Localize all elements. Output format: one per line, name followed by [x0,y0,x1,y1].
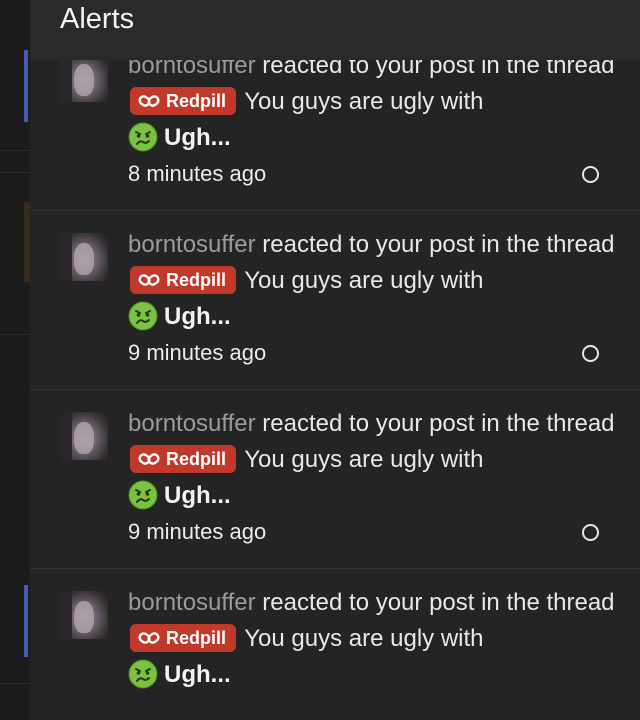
alert-time: 9 minutes ago [128,340,267,365]
prefix-badge[interactable]: Redpill [130,266,237,294]
alert-text: borntosuffer reacted to your post in the… [128,227,618,335]
thread-title-link[interactable]: You guys are ugly with [238,625,483,652]
thread-title-link[interactable]: You guys are ugly with [238,267,483,294]
alert-text: borntosuffer reacted to your post in the… [128,585,618,693]
prefix-badge[interactable]: Redpill [130,445,237,473]
sick-face-icon [128,301,158,331]
alerts-header: Alerts [30,0,640,60]
alerts-title: Alerts [60,3,135,35]
username-link[interactable]: borntosuffer [128,231,256,258]
avatar[interactable] [60,591,108,639]
action-text: reacted to your post in the thread [255,410,615,437]
alert-time: 9 minutes ago [128,519,267,544]
sick-face-icon [128,480,158,510]
username-link[interactable]: borntosuffer [128,589,256,616]
alert-item[interactable]: borntosuffer reacted to your post in the… [30,211,640,390]
prefix-badge[interactable]: Redpill [130,624,237,652]
sick-face-icon [128,659,158,689]
pill-icon [138,453,160,465]
username-link[interactable]: borntosuffer [128,410,256,437]
reaction-label: Ugh... [164,124,231,151]
alert-time: 8 minutes ago [128,161,267,186]
thread-title-link[interactable]: You guys are ugly with [238,446,483,473]
reaction-label: Ugh... [164,303,231,330]
alerts-popup: Alerts borntosuffer reacted to your post… [30,0,640,720]
alert-text: borntosuffer reacted to your post in the… [128,48,618,156]
alert-list: borntosuffer reacted to your post in the… [30,32,640,720]
alert-item[interactable]: borntosuffer reacted to your post in the… [30,569,640,720]
mark-read-toggle[interactable] [582,166,599,183]
prefix-label: Redpill [166,270,227,290]
prefix-badge[interactable]: Redpill [130,87,237,115]
alert-text: borntosuffer reacted to your post in the… [128,406,618,514]
avatar[interactable] [60,412,108,460]
action-text: reacted to your post in the thread [255,589,615,616]
background-accent-bar [24,585,28,657]
action-text: reacted to your post in the thread [255,231,615,258]
alert-item[interactable]: borntosuffer reacted to your post in the… [30,390,640,569]
avatar[interactable] [60,233,108,281]
sick-face-icon [128,122,158,152]
prefix-label: Redpill [166,449,227,469]
pill-icon [138,632,160,644]
background-accent-bar [24,50,28,122]
prefix-label: Redpill [166,628,227,648]
thread-title-link[interactable]: You guys are ugly with [238,88,483,115]
pill-icon [138,95,160,107]
mark-read-toggle[interactable] [582,524,599,541]
avatar[interactable] [60,54,108,102]
reaction-label: Ugh... [164,482,231,509]
mark-read-toggle[interactable] [582,345,599,362]
reaction-label: Ugh... [164,661,231,688]
prefix-label: Redpill [166,91,227,111]
pill-icon [138,274,160,286]
